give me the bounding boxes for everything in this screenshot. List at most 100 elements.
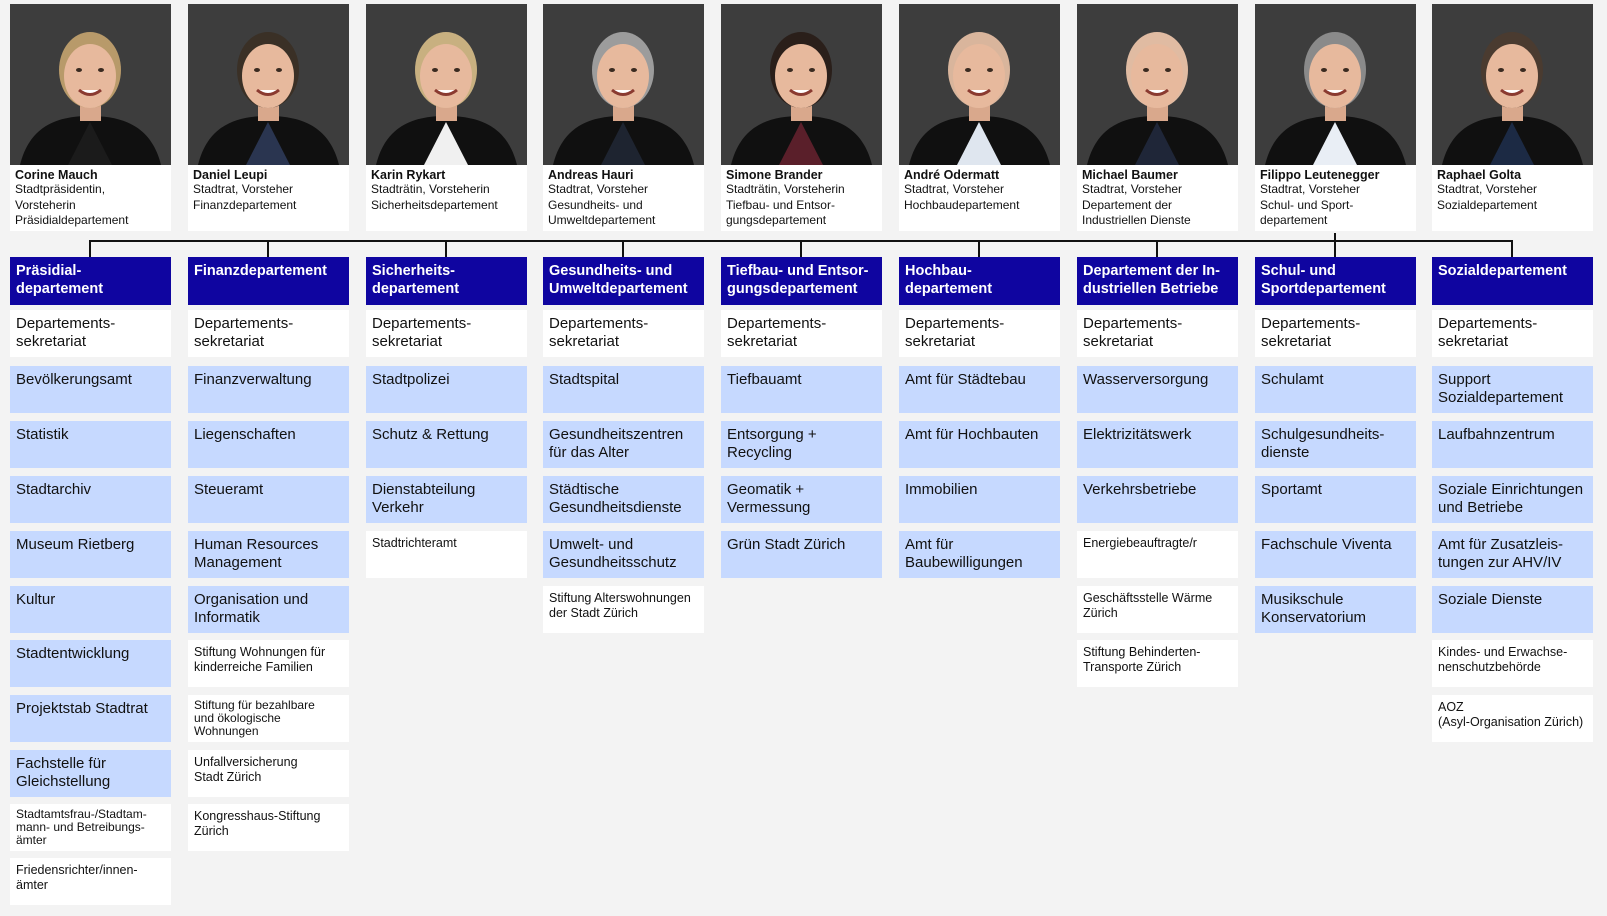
unit-box: Fachschule Viventa bbox=[1255, 531, 1416, 578]
unit-box: Kultur bbox=[10, 586, 171, 633]
unit-box: Stadtarchiv bbox=[10, 476, 171, 523]
unit-box: Gesundheitszentren für das Alter bbox=[543, 421, 704, 468]
person-photo bbox=[721, 4, 882, 165]
unit-box: Finanzverwaltung bbox=[188, 366, 349, 413]
unit-box: Stadtspital bbox=[543, 366, 704, 413]
portrait-photo bbox=[1255, 4, 1416, 165]
unit-box: Soziale Dienste bbox=[1432, 586, 1593, 633]
person-photo bbox=[1255, 4, 1416, 165]
portrait-photo bbox=[10, 4, 171, 165]
unit-box: Geschäftsstelle Wärme Zürich bbox=[1077, 586, 1238, 633]
person-role: Stadtrat, Vorsteher Schul- und Sport- de… bbox=[1260, 182, 1361, 227]
unit-box: Amt für Städtebau bbox=[899, 366, 1060, 413]
connector-vertical-line bbox=[1156, 240, 1158, 257]
unit-box: Departements- sekretariat bbox=[1077, 310, 1238, 357]
unit-box: Stiftung Alterswohnungen der Stadt Züric… bbox=[543, 586, 704, 633]
person-photo bbox=[366, 4, 527, 165]
person-card: Daniel Leupi Stadtrat, Vorsteher Finanzde… bbox=[188, 165, 349, 231]
unit-box: Steueramt bbox=[188, 476, 349, 523]
unit-box: Stadtentwicklung bbox=[10, 640, 171, 687]
person-name: Andreas Hauri bbox=[548, 168, 634, 182]
unit-box: Schulgesundheits- dienste bbox=[1255, 421, 1416, 468]
unit-box: Unfallversicherung Stadt Zürich bbox=[188, 750, 349, 797]
portrait-photo bbox=[721, 4, 882, 165]
unit-box: Tiefbauamt bbox=[721, 366, 882, 413]
unit-box: Museum Rietberg bbox=[10, 531, 171, 578]
unit-box: Kindes- und Erwachse- nenschutzbehörde bbox=[1432, 640, 1593, 687]
person-card: Andreas Hauri Stadtrat, Vorsteher Gesundh… bbox=[543, 165, 704, 231]
unit-box: Dienstabteilung Verkehr bbox=[366, 476, 527, 523]
person-name: Michael Baumer bbox=[1082, 168, 1178, 182]
connector-up-tick bbox=[1334, 233, 1336, 241]
portrait-photo bbox=[366, 4, 527, 165]
unit-box: Umwelt- und Gesundheitsschutz bbox=[543, 531, 704, 578]
unit-box: Schulamt bbox=[1255, 366, 1416, 413]
unit-box: Human Resources Management bbox=[188, 531, 349, 578]
unit-box: Soziale Einrichtungen und Betriebe bbox=[1432, 476, 1593, 523]
unit-box: Stiftung Behinderten- Transporte Zürich bbox=[1077, 640, 1238, 687]
unit-box: Elektrizitätswerk bbox=[1077, 421, 1238, 468]
person-photo bbox=[10, 4, 171, 165]
unit-box: Amt für Baubewilligungen bbox=[899, 531, 1060, 578]
person-name: André Odermatt bbox=[904, 168, 1000, 182]
person-role: Stadtrat, Vorsteher Finanzdepartement bbox=[193, 182, 297, 212]
portrait-photo bbox=[188, 4, 349, 165]
connector-vertical-line bbox=[89, 240, 91, 257]
person-photo bbox=[899, 4, 1060, 165]
person-role: Stadtrat, Vorsteher Hochbaudepartement bbox=[904, 182, 1020, 212]
person-role: Stadträtin, Vorsteherin Sicherheitsdepar… bbox=[371, 182, 498, 212]
unit-box: Support Sozialdepartement bbox=[1432, 366, 1593, 413]
unit-box: Stadtamtsfrau-/Stadtam- mann- und Betrei… bbox=[10, 804, 171, 851]
unit-box: Departements- sekretariat bbox=[1432, 310, 1593, 357]
department-header: Präsidial- departement bbox=[10, 257, 171, 305]
portrait-photo bbox=[1432, 4, 1593, 165]
person-name: Filippo Leutenegger bbox=[1260, 168, 1380, 182]
unit-box: Departements- sekretariat bbox=[721, 310, 882, 357]
unit-box: Stiftung für bezahlbare und ökologische … bbox=[188, 695, 349, 742]
unit-box: Amt für Zusatzleis- tungen zur AHV/IV bbox=[1432, 531, 1593, 578]
department-header: Departement der In- dustriellen Betriebe bbox=[1077, 257, 1238, 305]
unit-box: Departements- sekretariat bbox=[188, 310, 349, 357]
person-card: Corine Mauch Stadtpräsidentin, Vorsteheri… bbox=[10, 165, 171, 231]
unit-box: Verkehrsbetriebe bbox=[1077, 476, 1238, 523]
unit-box: Musikschule Konservatorium bbox=[1255, 586, 1416, 633]
unit-box: Departements- sekretariat bbox=[543, 310, 704, 357]
person-card: Simone Brander Stadträtin, Vorsteherin Ti… bbox=[721, 165, 882, 231]
unit-box: Stadtrichteramt bbox=[366, 531, 527, 578]
unit-box: Amt für Hochbauten bbox=[899, 421, 1060, 468]
person-card: Karin Rykart Stadträtin, Vorsteherin Sich… bbox=[366, 165, 527, 231]
department-header: Gesundheits- und Umweltdepartement bbox=[543, 257, 704, 305]
person-role: Stadtrat, Vorsteher Sozialdepartement bbox=[1437, 182, 1538, 212]
unit-box: Departements- sekretariat bbox=[1255, 310, 1416, 357]
unit-box: Fachstelle für Gleichstellung bbox=[10, 750, 171, 797]
person-role: Stadtpräsidentin, Vorsteherin Präsidiald… bbox=[15, 182, 129, 227]
person-card: André Odermatt Stadtrat, Vorsteher Hochba… bbox=[899, 165, 1060, 231]
unit-box: Sportamt bbox=[1255, 476, 1416, 523]
person-card: Raphael Golta Stadtrat, Vorsteher Soziald… bbox=[1432, 165, 1593, 231]
person-name: Karin Rykart bbox=[371, 168, 446, 182]
person-role: Stadtrat, Vorsteher Gesundheits- und Umw… bbox=[548, 182, 656, 227]
unit-box: Projektstab Stadtrat bbox=[10, 695, 171, 742]
department-header: Finanzdepartement bbox=[188, 257, 349, 305]
connector-vertical-line bbox=[1511, 240, 1513, 257]
unit-box: Departements- sekretariat bbox=[10, 310, 171, 357]
unit-box: AOZ (Asyl-Organisation Zürich) bbox=[1432, 695, 1593, 742]
connector-vertical-line bbox=[267, 240, 269, 257]
person-photo bbox=[1432, 4, 1593, 165]
unit-box: Entsorgung + Recycling bbox=[721, 421, 882, 468]
person-card: Filippo Leutenegger Stadtrat, Vorsteher S… bbox=[1255, 165, 1416, 231]
portrait-photo bbox=[543, 4, 704, 165]
connector-vertical-line bbox=[800, 240, 802, 257]
person-name: Simone Brander bbox=[726, 168, 823, 182]
person-name: Corine Mauch bbox=[15, 168, 98, 182]
unit-box: Geomatik + Vermessung bbox=[721, 476, 882, 523]
person-name: Raphael Golta bbox=[1437, 168, 1522, 182]
connector-vertical-line bbox=[622, 240, 624, 257]
unit-box: Liegenschaften bbox=[188, 421, 349, 468]
person-photo bbox=[188, 4, 349, 165]
department-header: Sicherheits- departement bbox=[366, 257, 527, 305]
department-header: Schul- und Sportdepartement bbox=[1255, 257, 1416, 305]
unit-box: Energiebeauftragte/r bbox=[1077, 531, 1238, 578]
person-role: Stadträtin, Vorsteherin Tiefbau- und Ent… bbox=[726, 182, 845, 227]
unit-box: Departements- sekretariat bbox=[899, 310, 1060, 357]
